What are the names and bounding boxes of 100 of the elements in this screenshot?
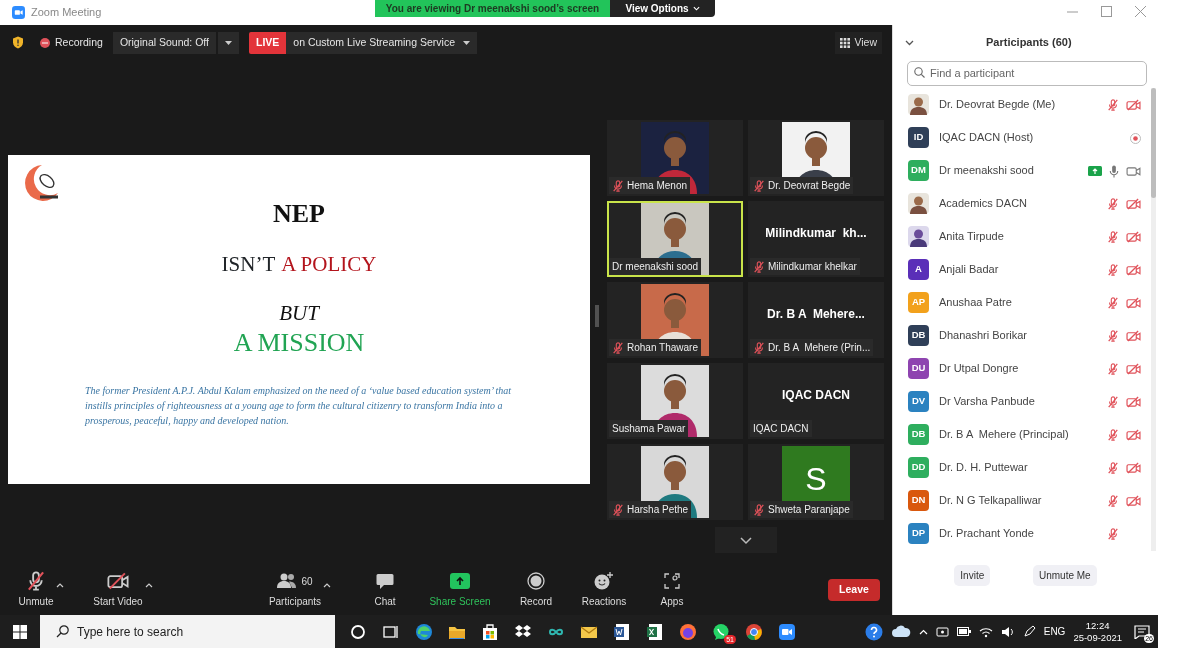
- video-off-icon: [1126, 363, 1141, 376]
- participant-count: 60: [301, 574, 313, 589]
- video-off-icon: [1126, 264, 1141, 277]
- muted-mic-icon: [753, 179, 765, 192]
- participants-button[interactable]: 60 Participants: [268, 571, 322, 609]
- panel-title: Participants (60): [986, 35, 1072, 51]
- video-off-icon: [1126, 429, 1141, 442]
- resize-handle-icon[interactable]: [595, 305, 599, 327]
- participant-name: Anita Tirpude: [939, 229, 1004, 245]
- chevron-up-icon[interactable]: [918, 628, 928, 635]
- clock-date: 25-09-2021: [1073, 631, 1122, 644]
- participant-name: Dr. Deovrat Begde (Me): [939, 97, 1056, 113]
- pen-icon[interactable]: [1022, 625, 1036, 638]
- muted-mic-icon: [1107, 99, 1119, 112]
- search-field[interactable]: Find a participant: [907, 60, 1147, 86]
- reactions-button[interactable]: Reactions: [581, 571, 627, 609]
- shopping-bag-icon[interactable]: [480, 622, 499, 641]
- video-off-icon: [1126, 297, 1141, 310]
- muted-mic-icon: [1107, 462, 1119, 475]
- video-off-icon: [1126, 330, 1141, 343]
- avatar: ID: [908, 127, 929, 148]
- battery-icon[interactable]: [956, 627, 971, 636]
- dropdown-button[interactable]: [218, 31, 239, 54]
- leave-button[interactable]: Leave: [828, 579, 880, 601]
- participant-name: Anjali Badar: [939, 262, 999, 278]
- browser-icon[interactable]: [744, 622, 763, 641]
- video-camera-icon: [1126, 165, 1141, 177]
- security-shield-icon: [12, 36, 24, 49]
- document-icon[interactable]: [612, 622, 631, 641]
- participant-name: Academics DACN: [939, 196, 1028, 212]
- recording-icon: [1130, 132, 1141, 144]
- participant-name: Rohan Thaware: [627, 341, 698, 355]
- taskbar-search-field[interactable]: Type here to search: [40, 615, 335, 648]
- wifi-icon[interactable]: [978, 625, 993, 638]
- video-camera-icon[interactable]: [777, 622, 796, 641]
- avatar: AP: [908, 292, 929, 313]
- live-stream-button[interactable]: on Custom Live Streaming Service: [286, 31, 477, 54]
- panel-button[interactable]: Unmute Me: [1032, 565, 1097, 586]
- participant-name: Dr Varsha Panbude: [939, 394, 1035, 410]
- participant-name: Dr meenakshi sood: [612, 260, 699, 274]
- caret-up-icon: [55, 583, 64, 589]
- muted-mic-icon: [612, 179, 624, 192]
- display-name: IQAC DACN: [782, 387, 850, 404]
- slide-paragraph: The former President A.P.J. Abdul Kalam emphasized on the need of a ‘value based education system’ that instills principles of righteousness at a young age to form the cultural citizenry to transform India into a prosperous, peaceful, happy and developed nation.: [85, 384, 512, 428]
- view-options-button[interactable]: View Options: [610, 0, 715, 17]
- muted-mic-icon: [612, 341, 624, 354]
- spreadsheet-icon[interactable]: [645, 622, 664, 641]
- avatar: DU: [908, 358, 929, 379]
- apps-button[interactable]: Apps: [660, 571, 684, 609]
- participant-name: Dr Utpal Dongre: [939, 361, 1019, 377]
- maximize-icon[interactable]: [1101, 6, 1112, 17]
- panel-button[interactable]: Invite: [954, 565, 991, 586]
- display-name: Milindkumar kh...: [765, 225, 867, 242]
- video-off-icon: [1126, 462, 1141, 475]
- chevron-down-icon[interactable]: [905, 39, 914, 46]
- cloud-icon[interactable]: [890, 625, 911, 638]
- share-screen-icon: [450, 573, 470, 589]
- help-icon[interactable]: [864, 622, 883, 641]
- display-name: Dr. B A Mehere...: [767, 306, 865, 323]
- muted-mic-icon: [753, 341, 765, 354]
- participant-name: Dr. Deovrat Begde: [768, 179, 851, 193]
- view-button[interactable]: View: [835, 31, 882, 54]
- muted-mic-icon: [1107, 198, 1119, 211]
- participant-name: Harsha Pethe: [627, 503, 689, 517]
- chat-button[interactable]: Chat: [374, 571, 396, 609]
- unmute-button[interactable]: Unmute: [18, 571, 54, 609]
- language-indicator[interactable]: ENG: [1043, 624, 1066, 639]
- participant-name: IQAC DACN (Host): [939, 130, 1034, 146]
- participant-name: IQAC DACN: [753, 422, 809, 436]
- muted-mic-icon: [1107, 264, 1119, 277]
- chevron-down-icon: [692, 6, 700, 11]
- ring-icon[interactable]: [348, 622, 367, 641]
- muted-mic-icon: [1107, 396, 1119, 409]
- viewing-banner: You are viewing Dr meenakshi sood’s screen: [375, 0, 610, 17]
- participant-name: Anushaa Patre: [939, 295, 1012, 311]
- start-icon[interactable]: [13, 624, 27, 639]
- tray-device-icon[interactable]: [935, 625, 949, 638]
- recording-label: Recording: [55, 34, 103, 50]
- muted-mic-icon: [753, 260, 765, 273]
- participant-name: Milindkumar khelkar: [768, 260, 857, 274]
- speaker-icon[interactable]: [1000, 625, 1015, 638]
- original-sound-button[interactable]: Original Sound: Off: [112, 31, 216, 54]
- caret-up-icon: [144, 583, 153, 589]
- muted-mic-icon: [1107, 297, 1119, 310]
- window-title: Zoom Meeting: [31, 5, 102, 21]
- record-button[interactable]: Record: [519, 571, 553, 609]
- app-logo-icon: [12, 6, 25, 19]
- close-icon[interactable]: [1135, 6, 1146, 17]
- scrollbar-thumb[interactable]: [1151, 88, 1156, 198]
- start-video-button[interactable]: Start Video: [93, 571, 143, 609]
- share-screen-button[interactable]: Share Screen: [429, 571, 491, 609]
- slide-heading: A POLICY: [281, 254, 377, 275]
- browser-icon[interactable]: [414, 622, 433, 641]
- globe-icon[interactable]: [678, 622, 697, 641]
- people-icon: [277, 573, 298, 589]
- muted-mic-icon: [1107, 495, 1119, 508]
- slide-heading: ISN’T: [221, 254, 276, 275]
- muted-mic-icon: [1107, 429, 1119, 442]
- muted-mic-icon: [1107, 231, 1119, 244]
- muted-mic-icon: [1107, 528, 1119, 541]
